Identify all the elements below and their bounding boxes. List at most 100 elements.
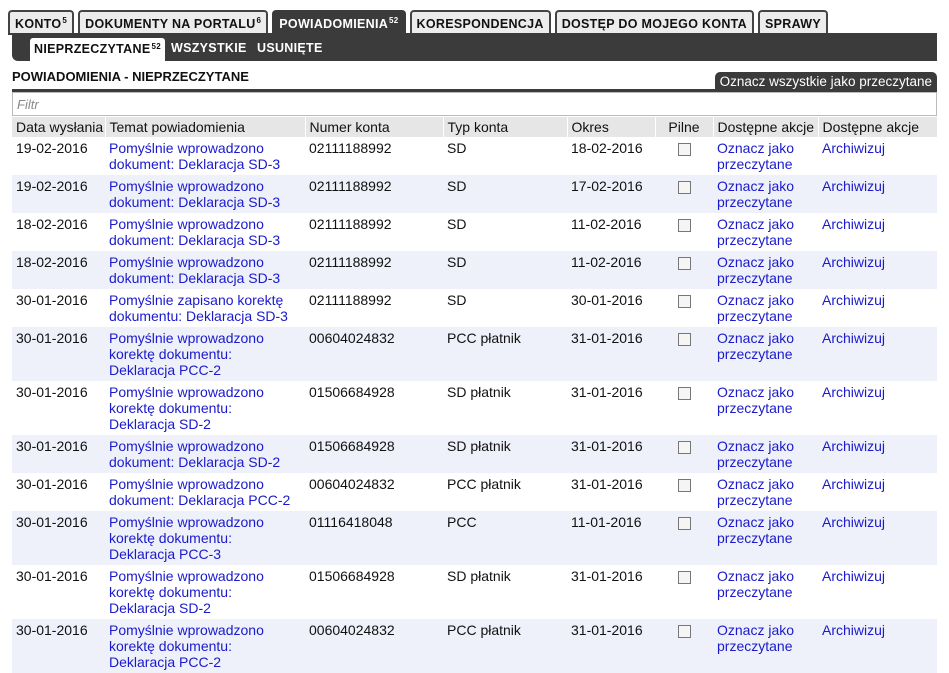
- mark-as-read-link[interactable]: Oznacz jako przeczytane: [717, 254, 794, 286]
- notification-subject-link[interactable]: Pomyślnie wprowadzono dokument: Deklarac…: [109, 140, 280, 172]
- archive-link[interactable]: Archiwizuj: [822, 292, 885, 308]
- tab-konto[interactable]: KONTO5: [8, 10, 75, 34]
- cell-action-2: Archiwizuj: [818, 511, 937, 565]
- mark-as-read-link[interactable]: Oznacz jako przeczytane: [717, 140, 794, 172]
- notification-subject-link[interactable]: Pomyślnie wprowadzono korektę dokumentu:…: [109, 514, 264, 562]
- urgent-checkbox[interactable]: [677, 387, 691, 400]
- table-row: 30-01-2016 Pomyślnie wprowadzono dokument…: [12, 435, 937, 473]
- notification-subject-link[interactable]: Pomyślnie wprowadzono korektę dokumentu:…: [109, 568, 264, 616]
- notification-subject-link[interactable]: Pomyślnie wprowadzono dokument: Deklarac…: [109, 216, 280, 248]
- cell-date: 19-02-2016: [12, 175, 105, 213]
- cell-action-2: Archiwizuj: [818, 619, 937, 673]
- cell-account: 01116418048: [305, 511, 443, 565]
- cell-action-2: Archiwizuj: [818, 289, 937, 327]
- archive-link[interactable]: Archiwizuj: [822, 384, 885, 400]
- tab-dostep-do-mojego-konta[interactable]: DOSTĘP DO MOJEGO KONTA: [554, 10, 755, 34]
- archive-link[interactable]: Archiwizuj: [822, 216, 885, 232]
- subtab-usuniete[interactable]: USUNIĘTE: [253, 39, 327, 57]
- cell-period: 30-01-2016: [567, 289, 655, 327]
- tab-korespondencja[interactable]: KORESPONDENCJA: [409, 10, 551, 34]
- mark-as-read-link[interactable]: Oznacz jako przeczytane: [717, 476, 794, 508]
- notification-subject-link[interactable]: Pomyślnie wprowadzono korektę dokumentu:…: [109, 330, 264, 378]
- cell-subject: Pomyślnie zapisano korektę dokumentu: De…: [105, 289, 305, 327]
- urgent-checkbox[interactable]: [677, 571, 691, 584]
- notification-subject-link[interactable]: Pomyślnie zapisano korektę dokumentu: De…: [109, 292, 288, 324]
- column-header-date[interactable]: Data wysłania: [12, 117, 106, 137]
- urgent-checkbox[interactable]: [677, 295, 691, 308]
- cell-action-2: Archiwizuj: [818, 381, 937, 435]
- cell-period: 31-01-2016: [567, 619, 655, 673]
- cell-date: 30-01-2016: [12, 327, 105, 381]
- table-row: 30-01-2016 Pomyślnie wprowadzono korektę …: [12, 565, 937, 619]
- archive-link[interactable]: Archiwizuj: [822, 438, 885, 454]
- subtab-wszystkie[interactable]: WSZYSTKIE: [167, 39, 251, 57]
- column-header-type[interactable]: Typ konta: [443, 117, 568, 137]
- cell-subject: Pomyślnie wprowadzono korektę dokumentu:…: [105, 565, 305, 619]
- archive-link[interactable]: Archiwizuj: [822, 178, 885, 194]
- urgent-checkbox[interactable]: [677, 219, 691, 232]
- column-header-account[interactable]: Numer konta: [305, 117, 444, 137]
- table-row: 30-01-2016 Pomyślnie wprowadzono korektę …: [12, 619, 937, 673]
- cell-action-2: Archiwizuj: [818, 473, 937, 511]
- tab-badge: 6: [256, 16, 262, 25]
- tab-dokumenty-na-portalu[interactable]: DOKUMENTY NA PORTALU6: [78, 10, 269, 34]
- archive-link[interactable]: Archiwizuj: [822, 330, 885, 346]
- urgent-checkbox[interactable]: [677, 441, 691, 454]
- tab-label: DOSTĘP DO MOJEGO KONTA: [561, 17, 748, 31]
- table-row: 30-01-2016 Pomyślnie wprowadzono korektę …: [12, 511, 937, 565]
- cell-action-1: Oznacz jako przeczytane: [713, 381, 818, 435]
- cell-urgent: [655, 619, 713, 673]
- mark-as-read-link[interactable]: Oznacz jako przeczytane: [717, 384, 794, 416]
- archive-link[interactable]: Archiwizuj: [822, 514, 885, 530]
- cell-action-1: Oznacz jako przeczytane: [713, 511, 818, 565]
- cell-action-1: Oznacz jako przeczytane: [713, 289, 818, 327]
- urgent-checkbox[interactable]: [677, 333, 691, 346]
- tab-powiadomienia[interactable]: POWIADOMIENIA52: [272, 10, 406, 34]
- table-row: 19-02-2016 Pomyślnie wprowadzono dokument…: [12, 175, 937, 213]
- cell-action-2: Archiwizuj: [818, 327, 937, 381]
- urgent-checkbox[interactable]: [677, 257, 691, 270]
- column-header-subject[interactable]: Temat powiadomienia: [105, 117, 306, 137]
- column-header-period[interactable]: Okres: [567, 117, 656, 137]
- archive-link[interactable]: Archiwizuj: [822, 254, 885, 270]
- notification-subject-link[interactable]: Pomyślnie wprowadzono korektę dokumentu:…: [109, 384, 264, 432]
- page-title: POWIADOMIENIA - NIEPRZECZYTANE: [12, 69, 249, 84]
- mark-as-read-link[interactable]: Oznacz jako przeczytane: [717, 438, 794, 470]
- cell-action-2: Archiwizuj: [818, 565, 937, 619]
- notification-subject-link[interactable]: Pomyślnie wprowadzono korektę dokumentu:…: [109, 622, 264, 670]
- column-header-urgent[interactable]: Pilne: [655, 117, 714, 137]
- table-row: 30-01-2016 Pomyślnie wprowadzono dokument…: [12, 473, 937, 511]
- archive-link[interactable]: Archiwizuj: [822, 568, 885, 584]
- archive-link[interactable]: Archiwizuj: [822, 476, 885, 492]
- mark-as-read-link[interactable]: Oznacz jako przeczytane: [717, 330, 794, 362]
- subtab-nieprzeczytane[interactable]: NIEPRZECZYTANE52: [30, 38, 165, 61]
- notification-subject-link[interactable]: Pomyślnie wprowadzono dokument: Deklarac…: [109, 476, 290, 508]
- cell-type: SD: [443, 213, 567, 251]
- urgent-checkbox[interactable]: [677, 479, 691, 492]
- mark-as-read-link[interactable]: Oznacz jako przeczytane: [717, 622, 794, 654]
- mark-as-read-link[interactable]: Oznacz jako przeczytane: [717, 514, 794, 546]
- filter-input[interactable]: [12, 92, 937, 116]
- cell-account: 00604024832: [305, 619, 443, 673]
- column-header-actions: Dostępne akcje: [713, 117, 819, 137]
- cell-date: 18-02-2016: [12, 251, 105, 289]
- notification-subject-link[interactable]: Pomyślnie wprowadzono dokument: Deklarac…: [109, 254, 280, 286]
- tab-label: KORESPONDENCJA: [416, 17, 544, 31]
- tab-sprawy[interactable]: SPRAWY: [758, 10, 828, 34]
- notification-subject-link[interactable]: Pomyślnie wprowadzono dokument: Deklarac…: [109, 178, 280, 210]
- urgent-checkbox[interactable]: [677, 181, 691, 194]
- urgent-checkbox[interactable]: [677, 517, 691, 530]
- notification-subject-link[interactable]: Pomyślnie wprowadzono dokument: Deklarac…: [109, 438, 280, 470]
- tab-label: POWIADOMIENIA: [279, 17, 389, 31]
- mark-as-read-link[interactable]: Oznacz jako przeczytane: [717, 178, 794, 210]
- archive-link[interactable]: Archiwizuj: [822, 622, 885, 638]
- mark-as-read-link[interactable]: Oznacz jako przeczytane: [717, 292, 794, 324]
- urgent-checkbox[interactable]: [677, 625, 691, 638]
- table-row: 18-02-2016 Pomyślnie wprowadzono dokument…: [12, 251, 937, 289]
- cell-period: 31-01-2016: [567, 381, 655, 435]
- archive-link[interactable]: Archiwizuj: [822, 140, 885, 156]
- mark-as-read-link[interactable]: Oznacz jako przeczytane: [717, 568, 794, 600]
- cell-subject: Pomyślnie wprowadzono dokument: Deklarac…: [105, 251, 305, 289]
- urgent-checkbox[interactable]: [677, 143, 691, 156]
- mark-as-read-link[interactable]: Oznacz jako przeczytane: [717, 216, 794, 248]
